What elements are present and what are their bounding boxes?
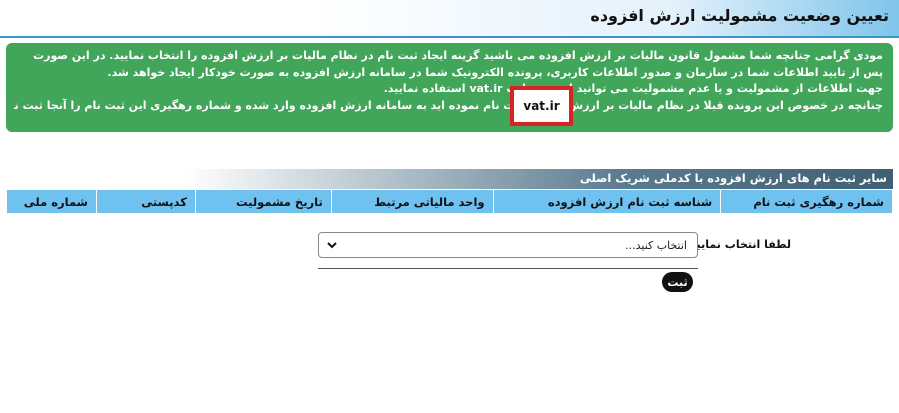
col-tracking-number[interactable]: شماره رهگیری ثبت نام	[720, 189, 893, 214]
section-header: سایر ثبت نام های ارزش افزوده با کدملی شر…	[6, 169, 893, 189]
header-divider	[0, 36, 899, 38]
page-title: تعیین وضعیت مشمولیت ارزش افزوده	[590, 6, 889, 25]
select-value: انتخاب کنید...	[625, 239, 687, 252]
submit-button[interactable]: ثبت	[662, 272, 693, 292]
col-postal-code[interactable]: کدپستی	[95, 189, 196, 214]
registrations-table: شماره رهگیری ثبت نام شناسه ثبت نام ارزش …	[6, 189, 893, 214]
chevron-down-icon	[327, 242, 337, 249]
col-inclusion-date[interactable]: تاریخ مشمولیت	[194, 189, 332, 214]
info-notice: مودی گرامی چنانچه شما مشمول قانون مالیات…	[6, 43, 893, 132]
select-label: لطفا انتخاب نمایید:	[685, 238, 791, 251]
form-divider	[318, 268, 698, 269]
page-header: تعیین وضعیت مشمولیت ارزش افزوده	[0, 0, 899, 36]
notice-line-1: مودی گرامی چنانچه شما مشمول قانون مالیات…	[33, 49, 883, 79]
col-tax-unit[interactable]: واحد مالیاتی مرتبط	[330, 189, 494, 214]
table-header-row: شماره رهگیری ثبت نام شناسه ثبت نام ارزش …	[6, 189, 893, 214]
section-title: سایر ثبت نام های ارزش افزوده با کدملی شر…	[579, 171, 887, 185]
notice-line-3: چنانچه در خصوص این پرونده قبلا در نظام م…	[14, 98, 883, 112]
vat-link-highlight[interactable]: vat.ir	[510, 86, 573, 126]
vat-link[interactable]: vat.ir	[523, 99, 559, 113]
col-national-id[interactable]: شماره ملی	[6, 189, 97, 214]
status-select[interactable]: انتخاب کنید...	[318, 232, 698, 258]
selection-row: لطفا انتخاب نمایید: انتخاب کنید...	[318, 232, 791, 259]
notice-line-2: جهت اطلاعات از مشمولیت و یا عدم مشمولیت …	[383, 82, 883, 95]
col-registration-id[interactable]: شناسه ثبت نام ارزش افزوده	[492, 189, 722, 214]
